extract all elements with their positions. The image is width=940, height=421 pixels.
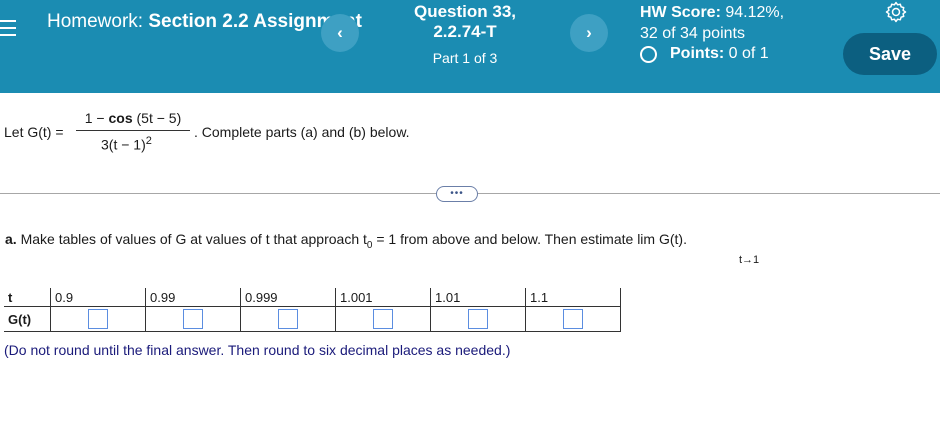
question-id: 2.2.74-T xyxy=(433,22,497,41)
fraction-bar xyxy=(76,130,190,131)
t-value: 1.1 xyxy=(525,288,621,307)
table-row: t 0.9 0.99 0.999 1.001 1.01 1.1 xyxy=(4,288,621,307)
question-points: Points: 0 of 1 xyxy=(640,45,769,63)
chevron-left-icon: ‹ xyxy=(337,23,343,42)
next-question-button[interactable]: › xyxy=(570,14,608,52)
row-label-g: G(t) xyxy=(4,306,51,332)
g-answer-input[interactable] xyxy=(183,309,203,329)
function-fraction: 1 − cos (5t − 5) 3(t − 1)2 xyxy=(76,110,190,153)
part-a-prompt: a. Make tables of values of G at values … xyxy=(5,231,687,251)
hw-points: 32 of 34 points xyxy=(640,25,745,42)
more-button[interactable]: ••• xyxy=(436,186,478,202)
homework-title: Homework: Section 2.2 Assignment xyxy=(47,11,362,32)
g-answer-input[interactable] xyxy=(373,309,393,329)
chevron-right-icon: › xyxy=(586,23,592,42)
denominator: 3(t − 1)2 xyxy=(101,135,152,153)
g-answer-input[interactable] xyxy=(278,309,298,329)
function-label: Let G(t) = xyxy=(4,124,64,140)
rounding-note: (Do not round until the final answer. Th… xyxy=(4,342,511,358)
row-label-t: t xyxy=(4,288,51,307)
question-part: Part 1 of 3 xyxy=(432,50,498,66)
instruction-text: . Complete parts (a) and (b) below. xyxy=(194,124,410,140)
t-value: 0.9 xyxy=(50,288,146,307)
progress-circle-icon xyxy=(640,45,657,63)
question-info: Question 33, 2.2.74-T Part 1 of 3 xyxy=(380,2,550,66)
table-row: G(t) xyxy=(4,306,621,332)
menu-icon[interactable] xyxy=(0,20,16,41)
values-table: t 0.9 0.99 0.999 1.001 1.01 1.1 G(t) xyxy=(4,288,621,332)
t-value: 0.99 xyxy=(145,288,241,307)
limit-subscript: t→1 xyxy=(739,254,760,266)
g-answer-input[interactable] xyxy=(468,309,488,329)
previous-question-button[interactable]: ‹ xyxy=(321,14,359,52)
save-button[interactable]: Save xyxy=(843,33,937,75)
top-bar: Homework: Section 2.2 Assignment ‹ Quest… xyxy=(0,0,940,93)
t-value: 1.001 xyxy=(335,288,431,307)
t-value: 1.01 xyxy=(430,288,526,307)
gear-icon[interactable] xyxy=(884,0,908,24)
question-number: Question 33, xyxy=(413,2,517,21)
t-value: 0.999 xyxy=(240,288,336,307)
numerator: 1 − cos (5t − 5) xyxy=(84,110,182,126)
g-answer-input[interactable] xyxy=(88,309,108,329)
g-answer-input[interactable] xyxy=(563,309,583,329)
hw-score: HW Score: 94.12%, 32 of 34 points xyxy=(640,4,785,42)
